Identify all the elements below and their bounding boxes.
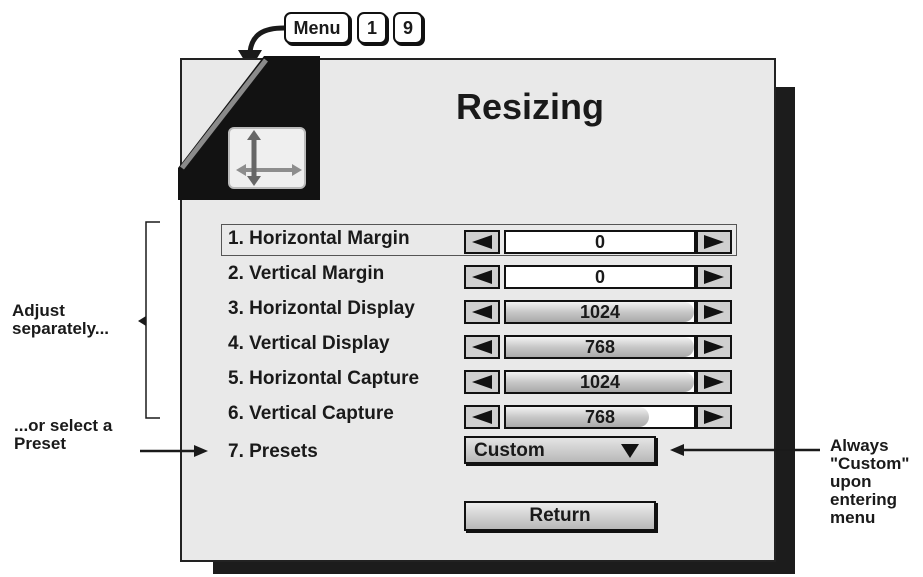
value-slider[interactable]: 1024 [504,300,696,324]
right-arrow-icon[interactable] [696,230,732,254]
dropdown-triangle-icon [621,444,639,458]
left-arrow-icon[interactable] [464,230,500,254]
left-arrow-icon[interactable] [464,265,500,289]
always-arrow [670,444,820,456]
value-slider[interactable]: 0 [504,265,696,289]
value-slider[interactable]: 768 [504,405,696,429]
left-arrow-icon[interactable] [464,370,500,394]
right-arrow-icon[interactable] [696,405,732,429]
key-1: 1 [357,12,387,44]
left-arrow-icon[interactable] [464,335,500,359]
right-arrow-icon[interactable] [696,370,732,394]
key-9: 9 [393,12,423,44]
value-slider[interactable]: 1024 [504,370,696,394]
preset-note: ...or select a Preset [14,416,113,453]
return-button[interactable]: Return [464,501,656,531]
row-label: 2. Vertical Margin [228,263,385,284]
always-note: Always "Custom" upon entering menu [830,436,910,527]
row-label: 4. Vertical Display [228,333,390,354]
adjust-bracket [138,221,160,419]
slider-value: 1024 [579,372,621,392]
right-arrow-icon[interactable] [696,265,732,289]
presets-dropdown[interactable]: Custom [464,436,656,464]
resize-arrows-icon [228,127,306,189]
left-arrow-icon[interactable] [464,300,500,324]
presets-value: Custom [474,440,545,461]
row-label: 3. Horizontal Display [228,298,415,319]
slider-value: 0 [594,267,605,287]
value-slider[interactable]: 0 [504,230,696,254]
slider-value: 0 [594,232,605,252]
slider-value: 1024 [579,302,621,322]
slider-value: 768 [584,337,616,357]
presets-label: 7. Presets [228,441,318,462]
left-arrow-icon[interactable] [464,405,500,429]
key-menu: Menu [284,12,350,44]
row-label: 6. Vertical Capture [228,403,394,424]
value-slider[interactable]: 768 [504,335,696,359]
right-arrow-icon[interactable] [696,300,732,324]
preset-arrow [140,445,208,457]
menu-title: Resizing [455,86,605,127]
right-arrow-icon[interactable] [696,335,732,359]
row-label: 1. Horizontal Margin [228,228,410,249]
adjust-note: Adjust separately... [12,301,110,338]
row-label: 5. Horizontal Capture [228,368,420,389]
slider-value: 768 [584,407,616,427]
